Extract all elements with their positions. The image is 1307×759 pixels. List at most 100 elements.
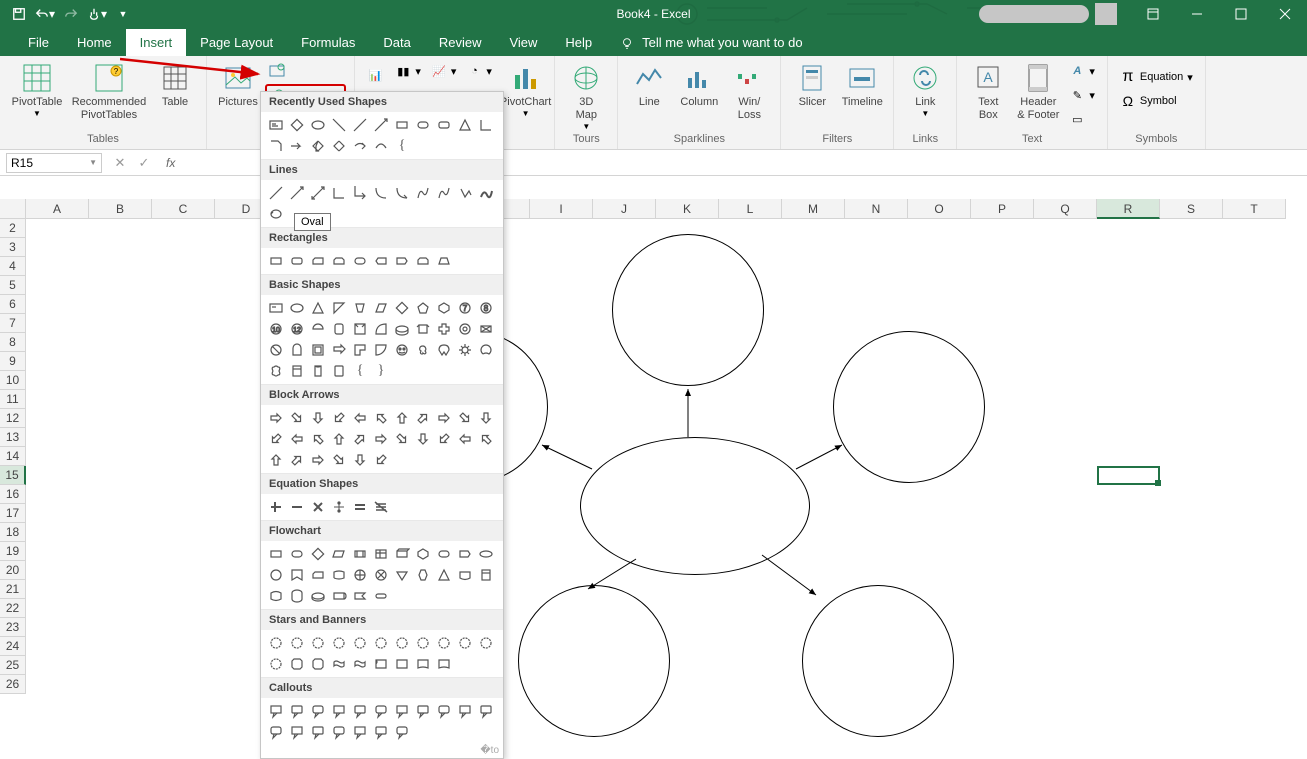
oval-right-upper[interactable] — [833, 331, 985, 483]
shape-option[interactable] — [414, 116, 432, 134]
shape-option[interactable] — [435, 320, 453, 338]
row-head-20[interactable]: 20 — [0, 561, 26, 580]
col-head-R[interactable]: R — [1097, 199, 1160, 219]
minimize-icon[interactable] — [1175, 0, 1219, 28]
resize-grip-icon[interactable]: �to — [261, 745, 503, 758]
tab-view[interactable]: View — [495, 29, 551, 56]
table-button[interactable]: Table — [152, 60, 198, 109]
shape-option[interactable] — [351, 634, 369, 652]
shape-option[interactable] — [309, 320, 327, 338]
header-footer-button[interactable]: Header & Footer — [1015, 60, 1061, 122]
shape-option[interactable] — [351, 137, 369, 155]
shape-option[interactable] — [393, 655, 411, 673]
shape-option[interactable]: 7 — [456, 299, 474, 317]
shape-option[interactable] — [267, 116, 285, 134]
shape-option[interactable] — [414, 430, 432, 448]
shape-option[interactable] — [267, 362, 285, 380]
close-icon[interactable] — [1263, 0, 1307, 28]
shape-option[interactable] — [351, 451, 369, 469]
shape-option[interactable] — [267, 702, 285, 720]
shape-option[interactable] — [372, 723, 390, 741]
shape-option[interactable] — [351, 702, 369, 720]
shape-option[interactable] — [309, 545, 327, 563]
row-head-21[interactable]: 21 — [0, 580, 26, 599]
shape-option[interactable] — [309, 702, 327, 720]
row-head-9[interactable]: 9 — [0, 352, 26, 371]
cancel-icon[interactable]: ✕ — [108, 153, 132, 173]
col-head-T[interactable]: T — [1223, 199, 1286, 219]
shape-option[interactable] — [414, 184, 432, 202]
shape-option[interactable] — [351, 655, 369, 673]
shape-option[interactable] — [435, 341, 453, 359]
shape-option[interactable] — [393, 545, 411, 563]
shape-option[interactable] — [288, 702, 306, 720]
tab-insert[interactable]: Insert — [126, 29, 187, 56]
shape-option[interactable] — [267, 184, 285, 202]
shape-option[interactable] — [435, 299, 453, 317]
shape-option[interactable] — [456, 545, 474, 563]
shape-option[interactable] — [267, 634, 285, 652]
shape-option[interactable] — [267, 299, 285, 317]
shape-option[interactable] — [309, 498, 327, 516]
row-head-18[interactable]: 18 — [0, 523, 26, 542]
tell-me-search[interactable]: Tell me what you want to do — [606, 29, 816, 56]
fx-icon[interactable]: fx — [166, 156, 175, 170]
row-head-25[interactable]: 25 — [0, 656, 26, 675]
shape-option[interactable] — [372, 655, 390, 673]
shape-option[interactable] — [330, 451, 348, 469]
shape-option[interactable] — [288, 409, 306, 427]
shape-option[interactable] — [456, 320, 474, 338]
shape-option[interactable] — [393, 723, 411, 741]
shape-option[interactable] — [477, 341, 495, 359]
shape-option[interactable] — [309, 116, 327, 134]
shape-option[interactable] — [393, 566, 411, 584]
shape-option[interactable] — [330, 116, 348, 134]
row-head-17[interactable]: 17 — [0, 504, 26, 523]
shape-option[interactable] — [267, 587, 285, 605]
shape-option[interactable] — [309, 341, 327, 359]
shape-option[interactable] — [456, 430, 474, 448]
shape-option[interactable] — [267, 409, 285, 427]
text-box-button[interactable]: AText Box — [965, 60, 1011, 122]
row-head-16[interactable]: 16 — [0, 485, 26, 504]
shape-option[interactable] — [267, 430, 285, 448]
shape-option[interactable] — [477, 545, 495, 563]
shape-option[interactable] — [330, 184, 348, 202]
shape-option[interactable] — [330, 320, 348, 338]
shape-option[interactable] — [393, 116, 411, 134]
shape-option[interactable] — [288, 587, 306, 605]
shape-option[interactable] — [330, 341, 348, 359]
shape-option[interactable] — [372, 137, 390, 155]
shape-option[interactable] — [456, 184, 474, 202]
shape-option[interactable] — [477, 566, 495, 584]
row-head-6[interactable]: 6 — [0, 295, 26, 314]
col-head-A[interactable]: A — [26, 199, 89, 219]
shape-option[interactable] — [288, 498, 306, 516]
row-head-13[interactable]: 13 — [0, 428, 26, 447]
shape-option[interactable] — [414, 545, 432, 563]
maximize-icon[interactable] — [1219, 0, 1263, 28]
user-avatar[interactable] — [1095, 3, 1117, 25]
row-head-15[interactable]: 15 — [0, 466, 26, 485]
tab-data[interactable]: Data — [369, 29, 424, 56]
shape-option[interactable] — [477, 320, 495, 338]
row-head-10[interactable]: 10 — [0, 371, 26, 390]
shape-option[interactable] — [393, 702, 411, 720]
3d-map-button[interactable]: 3D Map▼ — [563, 60, 609, 131]
shape-option[interactable] — [309, 655, 327, 673]
shape-option[interactable]: 12 — [288, 320, 306, 338]
shape-option[interactable] — [351, 299, 369, 317]
shape-option[interactable] — [372, 341, 390, 359]
shape-option[interactable] — [372, 702, 390, 720]
col-head-K[interactable]: K — [656, 199, 719, 219]
row-head-26[interactable]: 26 — [0, 675, 26, 694]
shape-option[interactable] — [393, 252, 411, 270]
col-head-I[interactable]: I — [530, 199, 593, 219]
select-all-corner[interactable] — [0, 199, 26, 219]
shape-option[interactable] — [351, 409, 369, 427]
shape-option[interactable] — [309, 587, 327, 605]
column-chart-button[interactable]: ▮▮▾ — [391, 60, 425, 82]
shape-option[interactable] — [309, 566, 327, 584]
shape-option[interactable] — [351, 341, 369, 359]
recommended-charts-button[interactable]: 📊 — [363, 64, 387, 86]
